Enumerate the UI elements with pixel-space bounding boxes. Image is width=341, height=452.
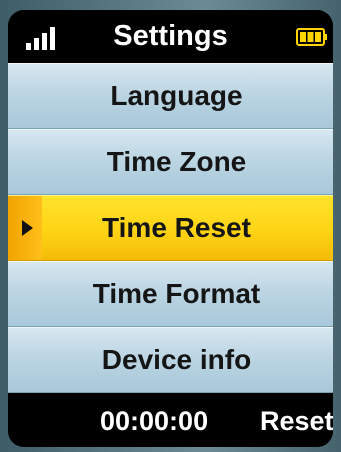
page-title: Settings bbox=[113, 20, 228, 52]
settings-menu: Language Time Zone Time Reset Time Forma… bbox=[8, 63, 333, 393]
menu-item-time-format[interactable]: Time Format bbox=[8, 261, 333, 327]
menu-item-device-info[interactable]: Device info bbox=[8, 327, 333, 393]
menu-item-label: Time Zone bbox=[106, 146, 247, 177]
menu-item-language[interactable]: Language bbox=[8, 63, 333, 129]
selection-indicator bbox=[8, 196, 42, 260]
reset-button[interactable]: Reset bbox=[260, 406, 333, 437]
screen: Settings Language Time Zone Time Reset T… bbox=[8, 10, 333, 447]
status-bar: Settings bbox=[8, 10, 333, 63]
menu-item-label: Language bbox=[110, 80, 243, 111]
battery-icon bbox=[296, 28, 327, 46]
device-frame: Settings Language Time Zone Time Reset T… bbox=[0, 0, 341, 452]
time-readout: 00:00:00 bbox=[100, 406, 209, 436]
menu-item-time-zone[interactable]: Time Zone bbox=[8, 129, 333, 195]
menu-item-label: Device info bbox=[101, 344, 252, 375]
footer-bar: 00:00:00 Reset bbox=[8, 396, 333, 447]
menu-item-label: Time Reset bbox=[102, 212, 251, 243]
menu-item-label: Time Format bbox=[92, 278, 261, 309]
triangle-right-icon bbox=[22, 220, 33, 236]
menu-item-time-reset[interactable]: Time Reset bbox=[8, 195, 333, 261]
